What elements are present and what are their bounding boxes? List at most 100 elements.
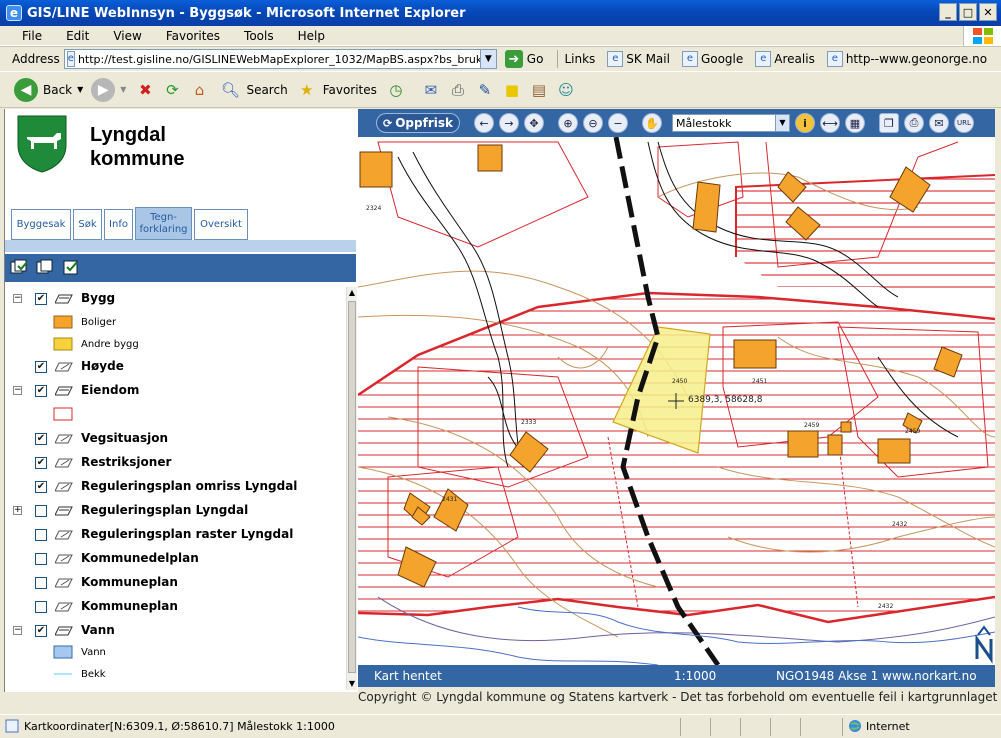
tab-oversikt[interactable]: Oversikt [194, 209, 248, 240]
history-icon[interactable]: ◷ [385, 79, 407, 101]
check-all-icon[interactable] [9, 258, 31, 278]
refresh-map-button[interactable]: ⟳ Oppfrisk [376, 113, 460, 133]
layer-label: Kommuneplan [81, 575, 178, 589]
layer-checkbox[interactable]: ✔ [35, 457, 47, 469]
measure-distance-icon[interactable]: ⟷ [819, 113, 840, 133]
left-panel: Lyngdal kommune Byggesak Søk Info Tegn- … [4, 109, 358, 692]
menu-tools[interactable]: Tools [232, 29, 286, 43]
print-icon[interactable]: ⎙ [447, 79, 469, 101]
apply-layers-icon[interactable] [61, 258, 83, 278]
go-button[interactable]: ➜ Go [504, 50, 543, 68]
back-button[interactable]: ◀ Back ▼ [14, 77, 83, 102]
forward-dropdown-icon[interactable]: ▼ [120, 85, 126, 94]
layer-checkbox[interactable]: ✔ [35, 293, 47, 305]
menu-edit[interactable]: Edit [54, 29, 101, 43]
zoom-out-icon[interactable]: − [607, 113, 628, 133]
layer-checkbox[interactable]: ✔ [35, 433, 47, 445]
tab-info[interactable]: Info [104, 209, 133, 240]
messenger-icon[interactable]: ☺ [555, 79, 577, 101]
measure-area-icon[interactable]: ▦ [844, 113, 865, 133]
home-icon[interactable]: ⌂ [188, 79, 210, 101]
collapse-icon[interactable]: − [13, 386, 22, 395]
menu-bar: File Edit View Favorites Tools Help [0, 26, 1001, 46]
forward-button[interactable]: ▶ ▼ [91, 77, 126, 102]
collapse-icon[interactable]: − [13, 294, 22, 303]
address-bar: Address e http://test.gisline.no/GISLINE… [0, 46, 1001, 72]
scroll-up-icon[interactable]: ▲ [347, 287, 357, 299]
expand-icon[interactable]: + [13, 506, 22, 515]
mail-icon[interactable]: ✉ [420, 79, 442, 101]
panel-tabs: Byggesak Søk Info Tegn- forklaring Overs… [11, 207, 248, 240]
menu-view[interactable]: View [101, 29, 153, 43]
pan-right-icon[interactable]: → [498, 113, 519, 133]
print-map-icon[interactable]: ⎙ [903, 113, 924, 133]
symbol-label: Vann [81, 647, 106, 658]
layer-icon [55, 530, 73, 540]
link-sk-mail[interactable]: e SK Mail [607, 51, 670, 67]
address-input[interactable]: e http://test.gisline.no/GISLINEWebMapEx… [63, 49, 497, 69]
menu-help[interactable]: Help [286, 29, 337, 43]
refresh-icon[interactable]: ⟳ [161, 79, 183, 101]
layer-checkbox[interactable] [35, 505, 47, 517]
legend-list: − ✔ Bygg Boliger Andre bygg ✔ Høyde − ✔ … [5, 287, 345, 692]
tab-byggesak[interactable]: Byggesak [11, 209, 71, 240]
discuss-icon[interactable]: ■ [501, 79, 523, 101]
layer-checkbox[interactable]: ✔ [35, 361, 47, 373]
scale-select[interactable]: Målestokk ▼ [671, 114, 790, 132]
link-arealis[interactable]: e Arealis [755, 51, 815, 67]
symbol-label: Andre bygg [81, 339, 139, 350]
menu-favorites[interactable]: Favorites [154, 29, 232, 43]
pan-left-icon[interactable]: ← [473, 113, 494, 133]
layer-checkbox[interactable] [35, 601, 47, 613]
research-icon[interactable]: ▤ [528, 79, 550, 101]
info-icon[interactable]: i [794, 113, 815, 133]
kommune-line2: kommune [90, 148, 185, 170]
close-button[interactable]: ✕ [979, 3, 997, 21]
uncheck-all-icon[interactable] [35, 258, 57, 278]
copy-icon[interactable]: ❐ [878, 113, 899, 133]
link-geonorge[interactable]: e http--www.geonorge.no [826, 51, 988, 67]
layer-checkbox[interactable] [35, 577, 47, 589]
layer-checkbox[interactable]: ✔ [35, 481, 47, 493]
layer-label: Restriksjoner [81, 455, 172, 469]
map-canvas[interactable]: 2324 2450 2451 2333 2459 2432 2432 2431 … [358, 137, 995, 665]
favorites-button[interactable]: ★ Favorites [296, 79, 377, 101]
north-arrow-icon [975, 625, 993, 664]
minimize-button[interactable]: _ [939, 3, 957, 21]
layer-checkbox[interactable]: ✔ [35, 385, 47, 397]
zoom-in-icon[interactable]: ⊕ [557, 113, 578, 133]
link-icon: e [755, 51, 772, 67]
layer-checkbox[interactable] [35, 529, 47, 541]
stop-icon[interactable]: ✖ [134, 79, 156, 101]
link-label: http--www.geonorge.no [845, 52, 988, 66]
collapse-icon[interactable]: − [13, 626, 22, 635]
email-map-icon[interactable]: ✉ [928, 113, 949, 133]
map-view[interactable]: 2324 2450 2451 2333 2459 2432 2432 2431 … [358, 137, 995, 665]
scroll-down-icon[interactable]: ▼ [347, 678, 357, 690]
zoom-out-small-icon[interactable]: ⊖ [582, 113, 603, 133]
menu-file[interactable]: File [10, 29, 54, 43]
legend-scrollbar[interactable]: ▲ ▼ [346, 287, 357, 690]
layer-checkbox[interactable]: ✔ [35, 625, 47, 637]
scale-dropdown-icon[interactable]: ▼ [774, 115, 789, 131]
scroll-thumb[interactable] [348, 301, 356, 673]
security-zone-label: Internet [866, 720, 910, 733]
tab-sok[interactable]: Søk [73, 209, 102, 240]
address-dropdown-icon[interactable]: ▼ [479, 50, 496, 68]
favorites-label: Favorites [322, 82, 377, 97]
pan-move-icon[interactable]: ✥ [523, 113, 544, 133]
back-dropdown-icon[interactable]: ▼ [77, 85, 83, 94]
maximize-button[interactable]: □ [959, 3, 977, 21]
layer-icon [55, 506, 73, 516]
links-label[interactable]: Links [564, 52, 595, 66]
hand-pan-icon[interactable]: ✋ [641, 113, 662, 133]
link-google[interactable]: e Google [681, 51, 743, 67]
parcel-number: 2450 [672, 378, 687, 385]
search-button[interactable]: 🔍︎ Search [219, 79, 288, 101]
tab-tegnforklaring[interactable]: Tegn- forklaring [135, 207, 192, 240]
url-icon[interactable]: URL [953, 113, 974, 133]
go-arrow-icon: ➜ [504, 50, 523, 68]
layer-checkbox[interactable] [35, 553, 47, 565]
edit-icon[interactable]: ✎ [474, 79, 496, 101]
layer-icon [55, 482, 73, 492]
